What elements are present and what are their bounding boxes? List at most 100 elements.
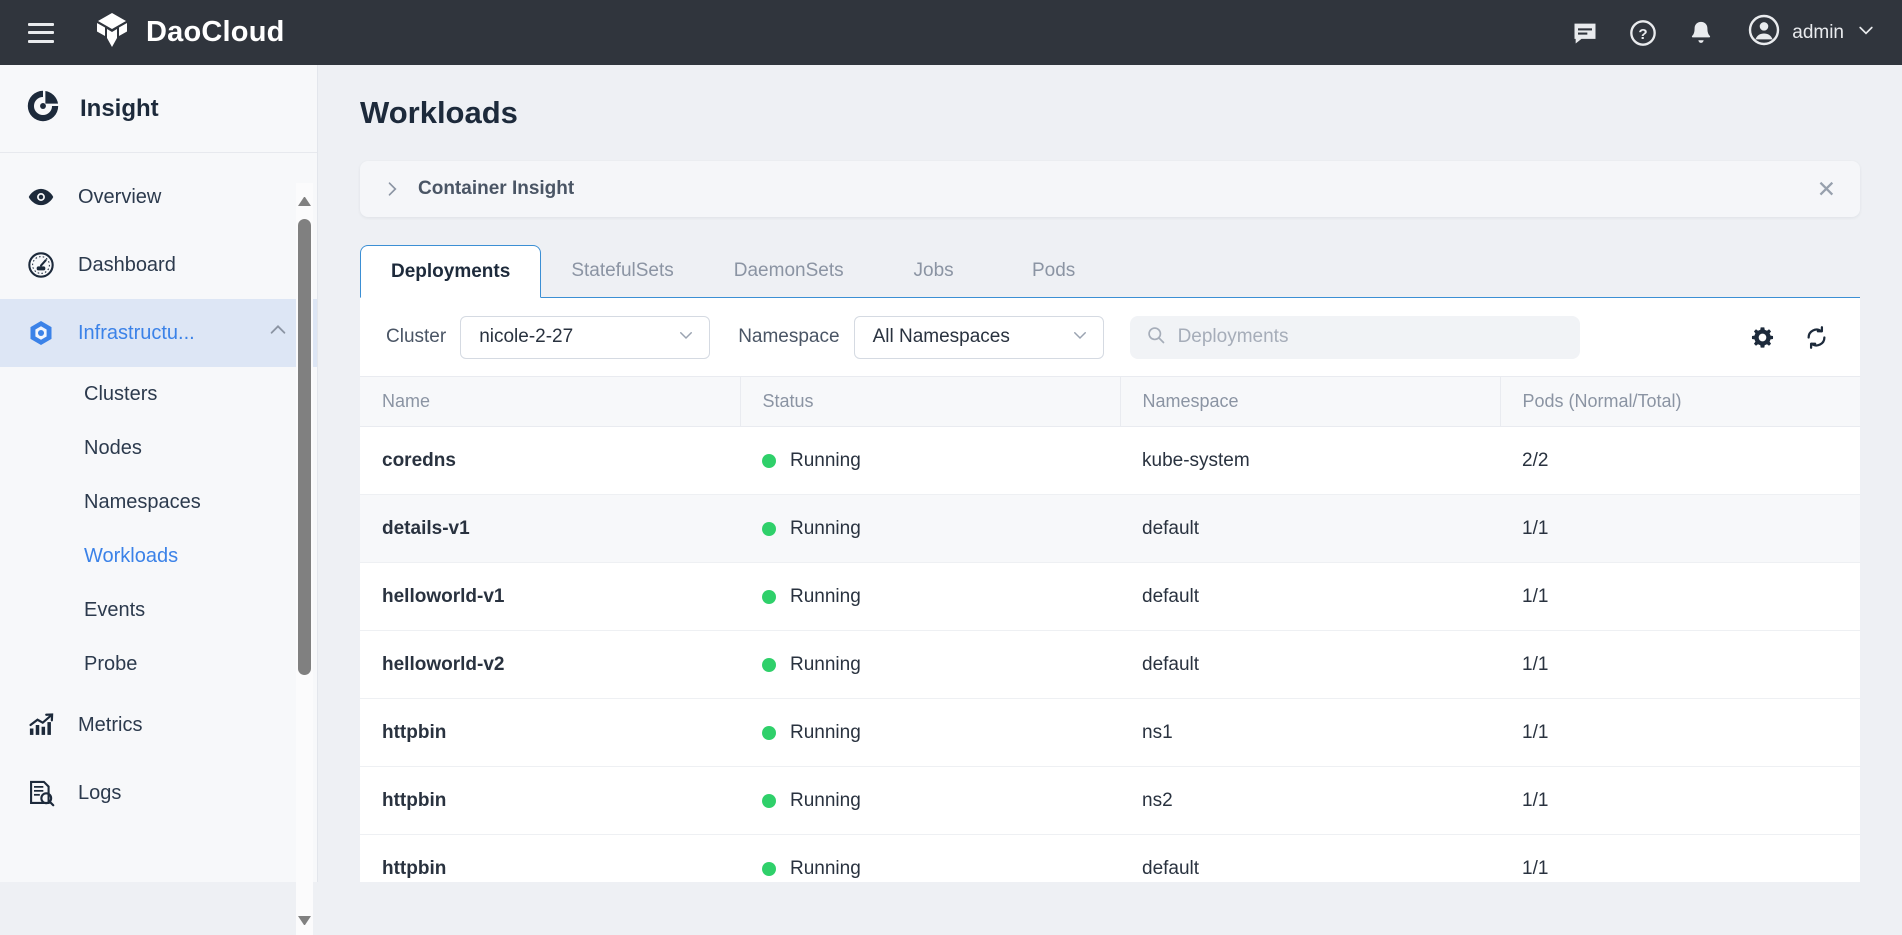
namespace-select[interactable]: All Namespaces [853, 315, 1104, 359]
table-row[interactable]: helloworld-v2 Running default 1/1 [360, 630, 1860, 699]
tab-deployments[interactable]: Deployments [360, 245, 542, 298]
status-label: Running [790, 789, 861, 811]
table-row[interactable]: details-v1 Running default 1/1 [360, 494, 1860, 563]
sidebar-item-clusters[interactable]: Clusters [0, 367, 317, 421]
table-row[interactable]: coredns Running kube-system 2/2 [360, 426, 1860, 495]
chevron-down-icon[interactable] [1856, 20, 1876, 45]
cell-namespace: default [1120, 630, 1500, 699]
user-menu[interactable]: admin [1748, 14, 1876, 51]
cell-status: Running [740, 698, 1120, 767]
gear-icon[interactable] [1748, 323, 1776, 351]
table-row[interactable]: httpbin Running ns2 1/1 [360, 766, 1860, 835]
column-header-status[interactable]: Status [740, 376, 1121, 427]
chevron-up-icon[interactable] [267, 319, 289, 347]
refresh-icon[interactable] [1802, 323, 1830, 351]
sidebar-item-label: Workloads [84, 544, 179, 567]
table-row[interactable]: helloworld-v1 Running default 1/1 [360, 562, 1860, 631]
search-box[interactable] [1129, 315, 1580, 359]
cell-name[interactable]: helloworld-v1 [360, 562, 740, 631]
workload-tabs: Deployments StatefulSets DaemonSets Jobs… [360, 245, 1860, 298]
tab-label: Jobs [913, 259, 954, 281]
sidebar-product-header[interactable]: Insight [0, 65, 317, 153]
cell-pods: 2/2 [1500, 426, 1860, 495]
cell-name[interactable]: httpbin [360, 766, 740, 835]
main-content: Workloads Container Insight ✕ Deployment… [318, 65, 1902, 882]
cell-name[interactable]: httpbin [360, 834, 740, 882]
tab-jobs[interactable]: Jobs [874, 244, 994, 297]
table-row[interactable]: httpbin Running default 1/1 [360, 834, 1860, 882]
toolbar-actions [1748, 323, 1838, 351]
chevron-right-icon[interactable] [382, 179, 402, 199]
help-icon[interactable]: ? [1628, 18, 1658, 48]
tab-label: StatefulSets [571, 259, 674, 281]
insight-donut-icon [24, 87, 62, 130]
hamburger-icon[interactable] [28, 22, 54, 43]
status-label: Running [790, 517, 861, 539]
cell-namespace: default [1120, 834, 1500, 882]
sidebar-item-label: Metrics [78, 713, 143, 736]
table-body: coredns Running kube-system 2/2 details-… [360, 426, 1860, 882]
cell-name[interactable]: coredns [360, 426, 740, 495]
sidebar-scrollbar[interactable] [296, 183, 313, 935]
status-dot-icon [762, 453, 776, 468]
hexagon-cube-icon [26, 318, 56, 348]
sidebar-item-workloads[interactable]: Workloads [0, 529, 317, 583]
close-icon[interactable]: ✕ [1817, 177, 1836, 201]
cell-status: Running [740, 426, 1120, 495]
sidebar-item-infrastructure[interactable]: Infrastructu... [0, 299, 317, 367]
cell-name[interactable]: helloworld-v2 [360, 630, 740, 699]
status-label: Running [790, 857, 861, 879]
sidebar-item-nodes[interactable]: Nodes [0, 421, 317, 475]
column-header-pods[interactable]: Pods (Normal/Total) [1500, 376, 1860, 427]
column-header-name[interactable]: Name [360, 376, 741, 427]
cell-namespace: ns2 [1120, 766, 1500, 835]
container-insight-banner: Container Insight ✕ [360, 161, 1860, 217]
notifications-bell-icon[interactable] [1686, 18, 1716, 48]
sidebar-item-logs[interactable]: Logs [0, 759, 317, 827]
brand-name: DaoCloud [146, 16, 285, 48]
table-row[interactable]: httpbin Running ns1 1/1 [360, 698, 1860, 767]
scrollbar-thumb[interactable] [298, 219, 311, 675]
sidebar-item-metrics[interactable]: Metrics [0, 691, 317, 759]
status-label: Running [790, 449, 861, 471]
column-header-namespace[interactable]: Namespace [1120, 376, 1501, 427]
sidebar: Insight Overview Dashboard Infrastructu.… [0, 65, 318, 935]
sidebar-item-dashboard[interactable]: Dashboard [0, 231, 317, 299]
namespace-label: Namespace [738, 326, 840, 347]
scroll-up-arrow-icon[interactable] [298, 197, 311, 206]
status-label: Running [790, 585, 861, 607]
sidebar-item-label: Overview [78, 185, 162, 208]
sidebar-item-probe[interactable]: Probe [0, 637, 317, 691]
chat-icon[interactable] [1570, 18, 1600, 48]
table-header: Name Status Namespace Pods (Normal/Total… [360, 376, 1860, 427]
scroll-down-arrow-icon[interactable] [298, 916, 311, 925]
search-input[interactable] [1177, 326, 1564, 348]
cell-name[interactable]: details-v1 [360, 494, 740, 563]
cell-namespace: kube-system [1120, 426, 1500, 495]
sidebar-item-label: Nodes [84, 436, 142, 459]
tab-daemonsets[interactable]: DaemonSets [704, 244, 874, 297]
sidebar-item-label: Events [84, 598, 146, 621]
deployments-panel: Cluster nicole-2-27 Namespace All Namesp… [360, 298, 1860, 882]
banner-title: Container Insight [418, 178, 575, 199]
cluster-select[interactable]: nicole-2-27 [460, 315, 711, 359]
cell-status: Running [740, 494, 1120, 563]
status-label: Running [790, 721, 861, 743]
cell-pods: 1/1 [1500, 562, 1860, 631]
top-bar: DaoCloud ? admin [0, 0, 1902, 65]
sidebar-item-label: Namespaces [84, 490, 201, 513]
cell-namespace: default [1120, 562, 1500, 631]
brand[interactable]: DaoCloud [92, 10, 285, 55]
cell-name[interactable]: httpbin [360, 698, 740, 767]
sidebar-item-namespaces[interactable]: Namespaces [0, 475, 317, 529]
status-dot-icon [762, 725, 776, 740]
sidebar-item-events[interactable]: Events [0, 583, 317, 637]
sidebar-item-overview[interactable]: Overview [0, 163, 317, 231]
cell-status: Running [740, 834, 1120, 882]
filters-toolbar: Cluster nicole-2-27 Namespace All Namesp… [360, 298, 1860, 376]
trending-chart-icon [26, 710, 56, 740]
status-dot-icon [762, 521, 776, 536]
cell-status: Running [740, 562, 1120, 631]
tab-statefulsets[interactable]: StatefulSets [541, 244, 703, 297]
tab-pods[interactable]: Pods [994, 244, 1114, 297]
